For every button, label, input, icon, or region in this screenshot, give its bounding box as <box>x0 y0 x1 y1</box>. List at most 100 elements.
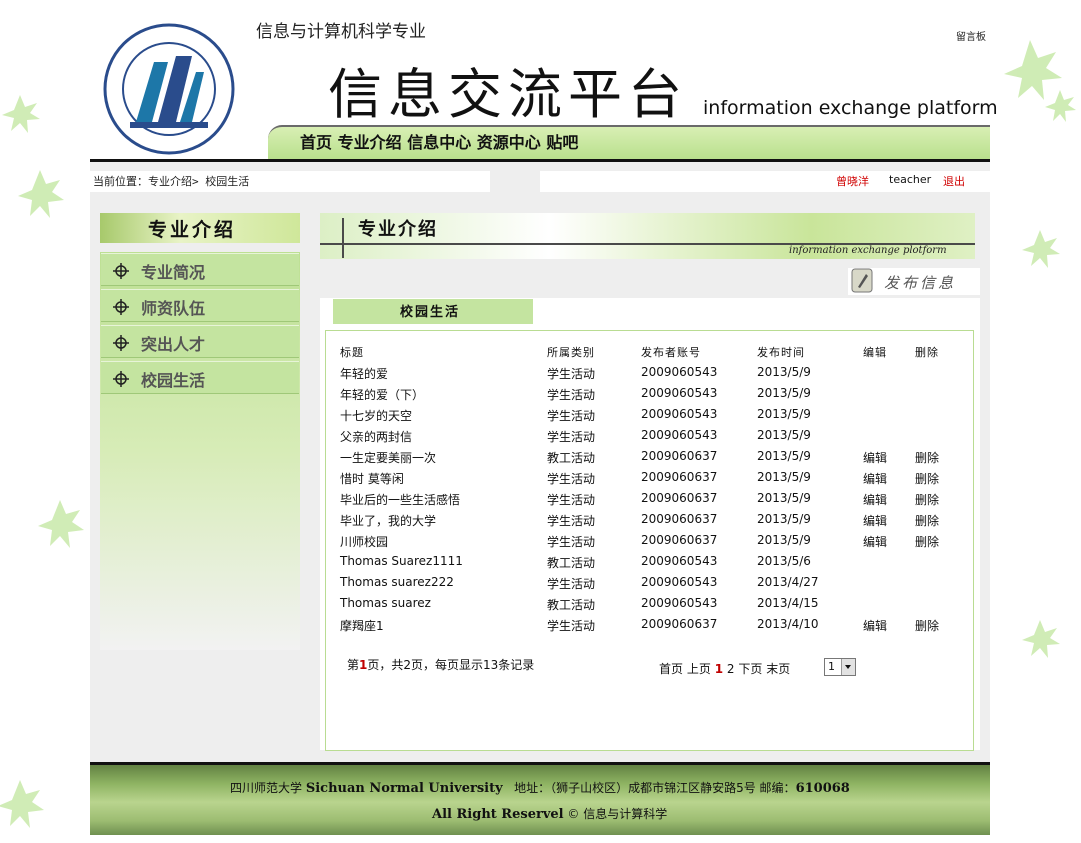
page-select[interactable]: 1 <box>824 658 856 676</box>
logout-link[interactable]: 退出 <box>943 173 965 189</box>
post-title-link[interactable]: 一生定要美丽一次 <box>340 449 436 466</box>
edit-link[interactable]: 编辑 <box>863 491 887 508</box>
row-account: 2009060637 <box>641 617 718 631</box>
crosshair-icon <box>113 371 129 387</box>
post-title-link[interactable]: Thomas suarez <box>340 596 431 610</box>
row-date: 2013/5/6 <box>757 554 811 568</box>
nav-home[interactable]: 首页 <box>300 133 332 152</box>
nav-info-center[interactable]: 信息中心 <box>407 133 471 152</box>
pencil-icon[interactable] <box>851 268 873 293</box>
crosshair-icon <box>113 335 129 351</box>
sidebar-item-talents[interactable]: 突出人才 <box>101 325 299 358</box>
nav-forum[interactable]: 贴吧 <box>546 133 578 152</box>
delete-link[interactable]: 删除 <box>915 617 939 634</box>
university-logo <box>103 23 235 155</box>
footer-divider <box>90 762 990 765</box>
post-title-link[interactable]: 年轻的爱 <box>340 365 388 382</box>
delete-link[interactable]: 删除 <box>915 491 939 508</box>
column-header-delete: 删除 <box>915 346 939 359</box>
row-category: 学生活动 <box>547 619 596 633</box>
post-title-link[interactable]: Thomas Suarez1111 <box>340 554 463 568</box>
column-header-account: 发布者账号 <box>641 346 701 359</box>
leaf-shape <box>0 780 44 828</box>
last-page-link[interactable]: 末页 <box>766 662 790 676</box>
page-link-1[interactable]: 1 <box>715 662 723 676</box>
row-category: 学生活动 <box>547 409 596 423</box>
site-title: 信息交流平台 <box>328 63 688 126</box>
row-category: 学生活动 <box>547 577 596 591</box>
sidebar-title: 专业介绍 <box>148 219 237 241</box>
sidebar-item-overview[interactable]: 专业简况 <box>101 253 299 286</box>
delete-link[interactable]: 删除 <box>915 470 939 487</box>
publish-button[interactable]: 发布信息 <box>884 272 956 293</box>
row-category: 教工活动 <box>547 451 596 465</box>
sidebar-item-faculty[interactable]: 师资队伍 <box>101 289 299 322</box>
leaf-shape <box>38 500 84 548</box>
pager: 首页 上页 1 2 下页 末页 <box>659 660 790 677</box>
row-account: 2009060637 <box>641 449 718 463</box>
column-header-edit: 编辑 <box>863 346 887 359</box>
sidebar-item-campus-life[interactable]: 校园生活 <box>101 361 299 394</box>
row-account: 2009060543 <box>641 554 718 568</box>
next-page-link[interactable]: 下页 <box>738 662 762 676</box>
delete-link[interactable]: 删除 <box>915 512 939 529</box>
row-category: 教工活动 <box>547 598 596 612</box>
footer-address: 四川师范大学 Sichuan Normal University 地址：（狮子山… <box>230 781 850 796</box>
delete-link[interactable]: 删除 <box>915 449 939 466</box>
post-title-link[interactable]: 毕业后的一些生活感悟 <box>340 491 460 508</box>
row-category: 学生活动 <box>547 535 596 549</box>
row-account: 2009060637 <box>641 470 718 484</box>
edit-link[interactable]: 编辑 <box>863 617 887 634</box>
edit-link[interactable]: 编辑 <box>863 470 887 487</box>
page-link-2[interactable]: 2 <box>727 662 735 676</box>
user-role: teacher <box>889 173 932 186</box>
row-date: 2013/5/9 <box>757 449 811 463</box>
page-select-value: 1 <box>828 660 835 673</box>
nav-resource-center[interactable]: 资源中心 <box>477 133 541 152</box>
main-nav: 首页 专业介绍 信息中心 资源中心 贴吧 <box>300 129 578 153</box>
nav-major-intro[interactable]: 专业介绍 <box>338 133 402 152</box>
site-title-english: information exchange platform <box>703 97 998 119</box>
row-account: 2009060637 <box>641 512 718 526</box>
post-title-link[interactable]: 惜时 莫等闲 <box>340 470 404 487</box>
first-page-link[interactable]: 首页 <box>659 662 683 676</box>
sidebar-item-label: 校园生活 <box>141 371 206 390</box>
footer <box>90 762 990 835</box>
post-title-link[interactable]: 摩羯座1 <box>340 617 384 634</box>
row-date: 2013/5/9 <box>757 386 811 400</box>
leaf-shape <box>2 95 40 133</box>
row-category: 学生活动 <box>547 493 596 507</box>
row-account: 2009060543 <box>641 386 718 400</box>
edit-link[interactable]: 编辑 <box>863 449 887 466</box>
post-title-link[interactable]: 川师校园 <box>340 533 388 550</box>
prev-page-link[interactable]: 上页 <box>687 662 711 676</box>
row-date: 2013/5/9 <box>757 428 811 442</box>
post-title-link[interactable]: Thomas suarez222 <box>340 575 454 589</box>
row-account: 2009060637 <box>641 533 718 547</box>
crosshair-icon <box>113 299 129 315</box>
delete-link[interactable]: 删除 <box>915 533 939 550</box>
footer-copyright: All Right Reservel © 信息与计算科学 <box>432 807 668 822</box>
page-info: 第1页，共2页，每页显示13条记录 <box>347 658 535 672</box>
column-header-title: 标题 <box>340 346 364 359</box>
row-account: 2009060543 <box>641 428 718 442</box>
row-account: 2009060543 <box>641 365 718 379</box>
edit-link[interactable]: 编辑 <box>863 512 887 529</box>
row-account: 2009060543 <box>641 575 718 589</box>
row-date: 2013/5/9 <box>757 407 811 421</box>
post-title-link[interactable]: 毕业了，我的大学 <box>340 512 436 529</box>
guestbook-link[interactable]: 留言板 <box>956 28 986 43</box>
row-date: 2013/4/15 <box>757 596 819 610</box>
edit-link[interactable]: 编辑 <box>863 533 887 550</box>
tab-label: 校园生活 <box>400 305 461 320</box>
row-category: 学生活动 <box>547 472 596 486</box>
row-category: 学生活动 <box>547 430 596 444</box>
column-header-date: 发布时间 <box>757 346 805 359</box>
row-date: 2013/4/10 <box>757 617 819 631</box>
leaf-shape <box>1022 620 1060 658</box>
post-title-link[interactable]: 父亲的两封信 <box>340 428 412 445</box>
post-title-link[interactable]: 年轻的爱（下） <box>340 386 424 403</box>
leaf-shape <box>1045 90 1076 122</box>
chevron-down-icon[interactable] <box>841 659 855 675</box>
post-title-link[interactable]: 十七岁的天空 <box>340 407 412 424</box>
